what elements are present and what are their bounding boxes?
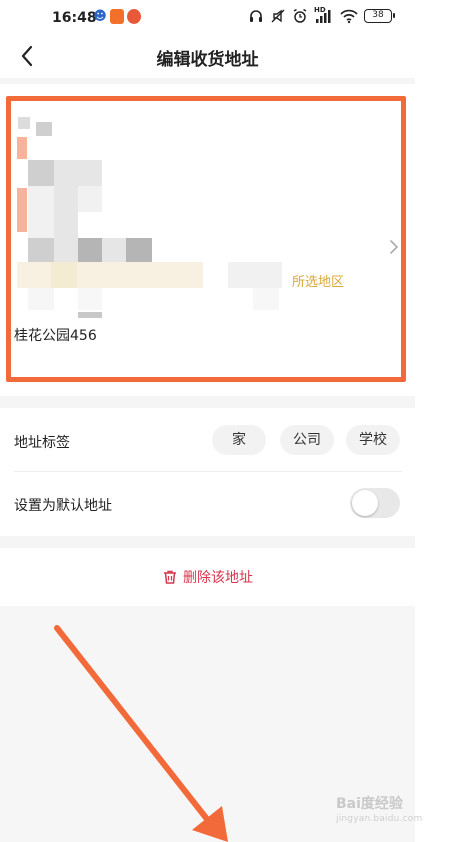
section-gap — [0, 536, 415, 548]
trash-icon — [164, 570, 176, 584]
header: 编辑收货地址 — [0, 36, 415, 78]
default-address-label: 设置为默认地址 — [14, 498, 112, 514]
battery-icon: 38 — [364, 9, 395, 23]
headphones-icon — [250, 10, 262, 22]
system-icons: HD 38 — [248, 6, 395, 24]
app-icon — [110, 9, 124, 24]
page-title: 编辑收货地址 — [156, 50, 259, 70]
toggle-knob — [352, 490, 378, 516]
alarm-icon — [293, 8, 307, 23]
tag-school-button[interactable]: 学校 — [346, 425, 400, 455]
watermark-logo: Bai度经验 jingyan.baidu.com — [336, 793, 422, 824]
watermark-brand: Bai度经验 — [336, 796, 403, 812]
user-icon: ☻ — [93, 9, 107, 24]
section-gap — [0, 396, 415, 408]
watermark-url: jingyan.baidu.com — [336, 814, 423, 824]
address-tag-label: 地址标签 — [14, 435, 70, 451]
tag-home-button[interactable]: 家 — [212, 425, 266, 455]
wifi-icon — [340, 9, 358, 24]
divider — [14, 471, 402, 472]
annotation-highlight-box — [6, 96, 406, 382]
mute-icon — [271, 9, 285, 23]
weibo-icon — [127, 9, 141, 24]
signal-icon: HD — [314, 6, 334, 24]
delete-address-button[interactable]: 删除该地址 — [0, 566, 415, 588]
delete-address-label: 删除该地址 — [183, 570, 253, 586]
notification-icons: ☻ — [93, 9, 141, 24]
status-bar: 16:48 ☻ HD 38 — [0, 0, 455, 36]
status-time: 16:48 — [52, 10, 97, 26]
tag-company-button[interactable]: 公司 — [280, 425, 334, 455]
default-address-toggle[interactable] — [350, 488, 400, 518]
